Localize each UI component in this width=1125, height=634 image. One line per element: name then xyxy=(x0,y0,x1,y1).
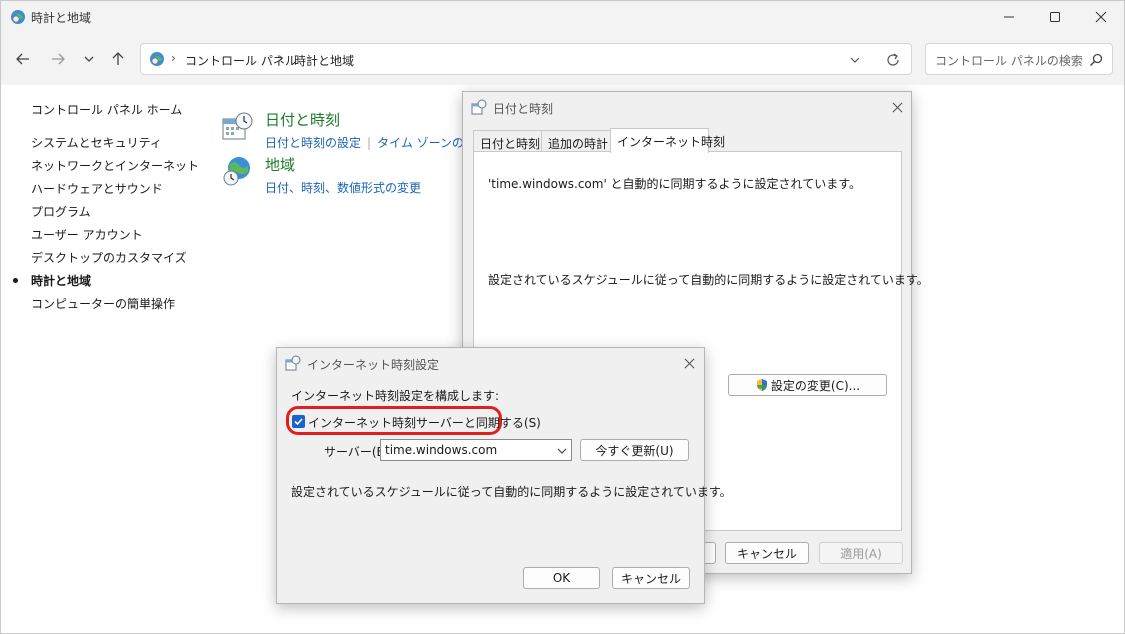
tab-date-time[interactable]: 日付と時刻 xyxy=(473,130,542,152)
link-change-formats[interactable]: 日付、時刻、数値形式の変更 xyxy=(265,181,421,195)
sync-checkbox-label[interactable]: インターネット時刻サーバーと同期する(S) xyxy=(308,414,541,431)
server-value: time.windows.com xyxy=(385,443,498,457)
breadcrumb-separator: › xyxy=(171,51,176,65)
link-set-date-time[interactable]: 日付と時刻の設定 xyxy=(265,136,361,150)
dialog-title: 日付と時刻 xyxy=(493,102,554,116)
arrow-right-icon xyxy=(52,53,65,65)
arrow-left-icon xyxy=(16,53,29,65)
breadcrumb-separator: › xyxy=(279,51,284,65)
nav-item-programs[interactable]: プログラム xyxy=(31,203,91,220)
close-icon xyxy=(1095,11,1107,23)
dialog-close-button[interactable] xyxy=(680,354,698,372)
close-button[interactable] xyxy=(1078,1,1124,33)
control-panel-icon xyxy=(150,52,164,66)
tab-internet-time[interactable]: インターネット時刻 xyxy=(610,128,725,153)
server-combobox[interactable]: time.windows.com xyxy=(380,439,572,461)
up-button[interactable] xyxy=(108,49,128,69)
nav-item-ease-of-access[interactable]: コンピューターの簡単操作 xyxy=(31,295,175,312)
search-box[interactable]: コントロール パネルの検索 xyxy=(925,43,1113,75)
category-links: 日付と時刻の設定 | タイム ゾーンの変更 xyxy=(265,134,488,151)
date-time-icon xyxy=(471,99,487,115)
category-links: 日付、時刻、数値形式の変更 xyxy=(265,179,421,196)
maximize-icon xyxy=(1050,12,1060,22)
control-panel-home-link[interactable]: コントロール パネル ホーム xyxy=(31,101,182,118)
current-item-bullet xyxy=(13,278,18,283)
nav-item-system-security[interactable]: システムとセキュリティ xyxy=(31,134,162,151)
arrow-up-icon xyxy=(112,52,124,65)
globe-clock-icon xyxy=(223,157,250,186)
close-icon xyxy=(892,102,902,112)
cancel-button[interactable]: キャンセル xyxy=(725,542,809,564)
control-panel-icon xyxy=(11,10,25,24)
forward-button[interactable] xyxy=(48,49,68,69)
date-time-icon xyxy=(285,355,301,371)
dialog-title: インターネット時刻設定 xyxy=(307,358,440,372)
navigation-bar: › コントロール パネル › 時計と地域 コントロール パネルの検索 xyxy=(1,33,1124,85)
update-now-button[interactable]: 今すぐ更新(U) xyxy=(580,439,689,461)
chevron-down-icon[interactable] xyxy=(847,52,863,68)
ok-button[interactable]: OK xyxy=(523,567,600,589)
schedule-text: 設定されているスケジュールに従って自動的に同期するように設定されています。 xyxy=(291,485,732,499)
calendar-clock-icon xyxy=(222,112,253,140)
tab-additional-clocks[interactable]: 追加の時計 xyxy=(541,130,611,152)
apply-button[interactable]: 適用(A) xyxy=(819,542,903,564)
category-title-region[interactable]: 地域 xyxy=(265,154,295,175)
nav-item-clock-region[interactable]: 時計と地域 xyxy=(31,272,91,289)
address-bar[interactable]: › コントロール パネル › 時計と地域 xyxy=(140,43,912,75)
change-settings-button[interactable]: 設定の変更(C)... xyxy=(728,374,887,396)
maximize-button[interactable] xyxy=(1032,1,1078,33)
link-separator: | xyxy=(367,136,372,150)
refresh-icon[interactable] xyxy=(885,52,901,68)
recent-locations-button[interactable] xyxy=(79,49,99,69)
nav-item-hardware-sound[interactable]: ハードウェアとサウンド xyxy=(31,180,163,197)
nav-item-user-accounts[interactable]: ユーザー アカウント xyxy=(31,226,143,243)
title-bar: 時計と地域 xyxy=(1,1,1124,33)
window-title: 時計と地域 xyxy=(31,11,92,25)
minimize-icon xyxy=(1004,16,1014,18)
search-placeholder: コントロール パネルの検索 xyxy=(935,54,1083,68)
change-settings-label: 設定の変更(C)... xyxy=(770,378,861,393)
category-title-date-time[interactable]: 日付と時刻 xyxy=(265,109,340,130)
uac-shield-icon xyxy=(756,379,767,391)
configure-label: インターネット時刻設定を構成します: xyxy=(291,389,500,403)
sync-status-text: 'time.windows.com' と自動的に同期するように設定されています。 xyxy=(488,177,862,191)
chevron-down-icon xyxy=(557,448,567,454)
dialog-close-button[interactable] xyxy=(888,98,906,116)
chevron-down-icon xyxy=(84,56,94,62)
back-button[interactable] xyxy=(13,49,33,69)
sync-checkbox[interactable] xyxy=(292,415,305,428)
schedule-text: 設定されているスケジュールに従って自動的に同期するように設定されています。 xyxy=(488,273,929,287)
search-icon xyxy=(1089,53,1103,67)
nav-item-network-internet[interactable]: ネットワークとインターネット xyxy=(31,157,199,174)
checkmark-icon xyxy=(294,418,303,426)
breadcrumb-clock-region[interactable]: 時計と地域 xyxy=(294,52,354,69)
cancel-button[interactable]: キャンセル xyxy=(612,567,690,589)
nav-item-appearance[interactable]: デスクトップのカスタマイズ xyxy=(31,249,187,266)
close-icon xyxy=(684,358,694,368)
minimize-button[interactable] xyxy=(986,1,1032,33)
internet-time-settings-dialog: インターネット時刻設定 インターネット時刻設定を構成します: インターネット時刻… xyxy=(276,347,732,604)
